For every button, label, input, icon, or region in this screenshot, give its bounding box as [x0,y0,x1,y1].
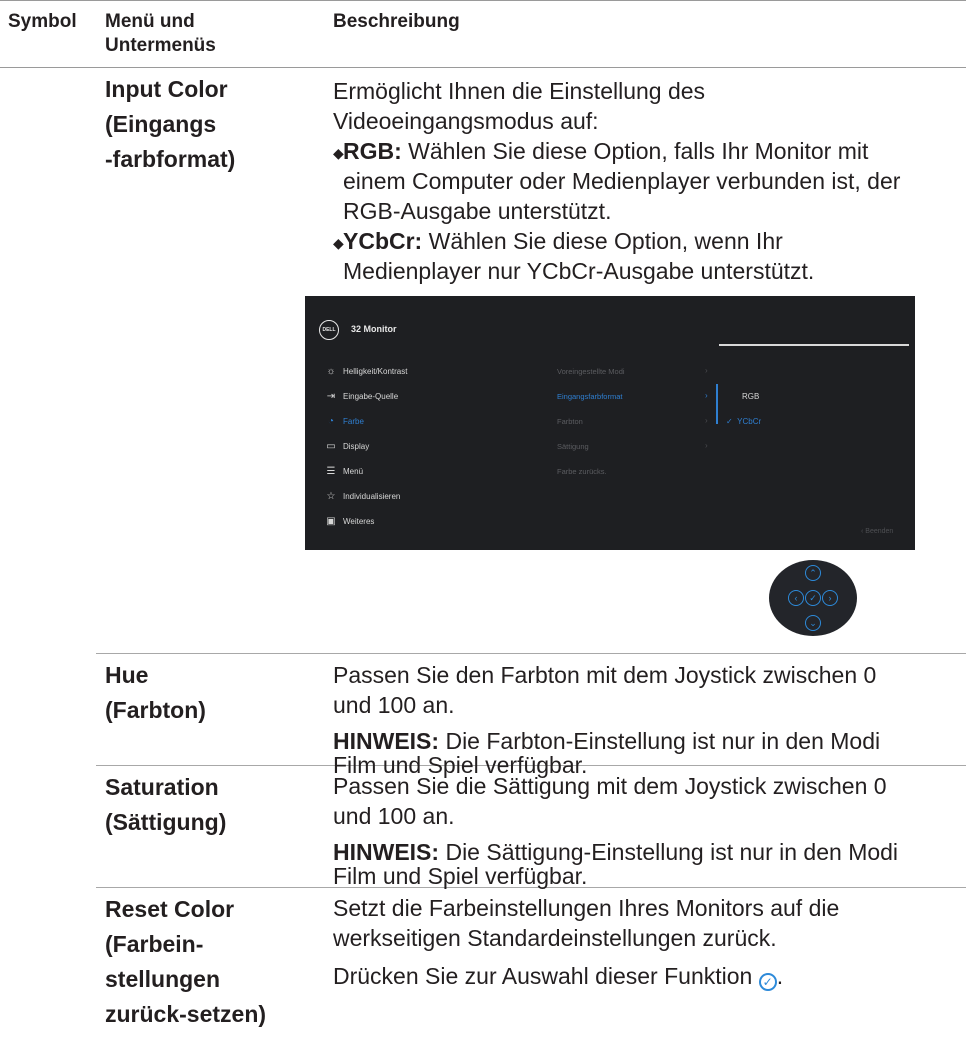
bullet-line: einem Computer oder Medienplayer verbund… [343,168,901,194]
bullet-line: RGB: Wählen Sie diese Option, falls Ihr … [343,138,869,164]
menu-line: (Farbton) [105,697,206,723]
chevron-right-icon: › [705,416,708,425]
osd-menu-brightness[interactable]: ☼ Helligkeit/Kontrast [319,364,407,378]
joystick-down-icon: ⌄ [805,615,821,631]
desc-hue: Passen Sie den Farbton mit dem Joystick … [333,660,958,777]
desc-saturation: Passen Sie die Sättigung mit dem Joystic… [333,771,958,888]
osd-sub-input-color-format[interactable]: Eingangsfarbformat [557,392,622,401]
joystick-left-icon: ‹ [788,590,804,606]
osd-sub-reset-color[interactable]: Farbe zurücks. [557,467,607,476]
osd-option-label: YCbCr [737,417,762,426]
osd-menu-menu[interactable]: ☰ Menü [319,464,364,478]
press-instruction: Drücken Sie zur Auswahl dieser Funktion … [333,961,958,991]
osd-menu-personalize[interactable]: ☆ Individualisieren [319,489,401,503]
desc-line: Setzt die Farbeinstellungen Ihres Monito… [333,895,840,921]
info-icon: ▣ [326,515,336,527]
desc-line: und 100 an. [333,803,455,829]
joystick-up-icon: ⌃ [805,565,821,581]
row-divider-hue [96,653,966,654]
note-hue: HINWEIS: Die Farbton-Einstellung ist nur… [333,729,958,777]
osd-menu-label: Menü [343,466,364,476]
menu-line: (Eingangs [105,111,217,137]
note-line: Film und Spiel verfügbar. [333,863,588,889]
osd-sub-hue[interactable]: Farbton [557,417,583,426]
osd-menu-label: Individualisieren [343,491,401,501]
bullet-line: Medienplayer nur YCbCr-Ausgabe unterstüt… [343,258,815,284]
menu-reset-color: Reset Color (Farbein- stellungen zurück-… [105,892,266,1032]
osd-title: 32 Monitor [351,324,397,334]
menu-line: Saturation [105,774,219,800]
dell-logo: DELL [319,320,339,340]
bullet-line: RGB-Ausgabe unterstützt. [343,198,612,224]
input-icon: ⇥ [326,390,336,402]
desc-reset-color: Setzt die Farbeinstellungen Ihres Monito… [333,893,958,991]
desc-line: Videoeingangsmodus auf: [333,108,599,134]
menu-line: Hue [105,662,149,688]
osd-selection-bar [716,384,718,424]
display-icon: ▭ [326,440,336,452]
header-menu-line1: Menü und [105,11,195,32]
check-icon: ✓ [726,417,733,426]
chevron-right-icon: › [705,366,708,375]
osd-menu-display[interactable]: ▭ Display [319,439,369,453]
joystick: ⌃ ‹ ✓ › ⌄ [769,560,857,636]
osd-menu-label: Weiteres [343,516,375,526]
bullet-rgb: ◆ RGB: Wählen Sie diese Option, falls Ih… [333,136,958,226]
osd-menu-color[interactable]: ◔ Farbe [319,414,364,428]
press-end: . [776,963,784,989]
osd-option-ycbcr[interactable]: ✓ YCbCr [726,417,761,426]
note-line: HINWEIS: Die Farbton-Einstellung ist nur… [333,728,881,754]
chevron-right-icon: › [705,441,708,450]
osd-menu-input-source[interactable]: ⇥ Eingabe-Quelle [319,389,398,403]
desc-line: Passen Sie die Sättigung mit dem Joystic… [333,773,887,799]
star-icon: ☆ [326,490,336,502]
osd-option-rgb[interactable]: RGB [742,392,759,401]
table-top-border [0,0,966,1]
bullet-diamond: ◆ [333,145,344,161]
joystick-center-icon: ✓ [805,590,821,606]
menu-saturation: Saturation (Sättigung) [105,770,226,840]
osd-menu-label: Farbe [343,416,364,426]
header-divider [0,67,966,68]
joystick-right-icon: › [822,590,838,606]
desc-line: Ermöglicht Ihnen die Einstellung des [333,78,706,104]
menu-line: -farbformat) [105,146,236,172]
desc-line: Passen Sie den Farbton mit dem Joystick … [333,662,877,688]
menu-line: (Farbein- [105,931,204,957]
osd-exit[interactable]: ‹ Beenden [861,528,893,535]
sun-icon: ☼ [326,365,336,377]
osd-sub-saturation[interactable]: Sättigung [557,442,589,451]
menu-line: Input Color [105,76,228,102]
header-menu-line2: Untermenüs [105,35,216,56]
menu-line: (Sättigung) [105,809,227,835]
bullet-line: YCbCr: Wählen Sie diese Option, wenn Ihr [343,228,783,254]
desc-line: werkseitigen Standardeinstellungen zurüc… [333,925,777,951]
header-symbol: Symbol [8,11,77,32]
menu-input-color: Input Color (Eingangs -farbformat) [105,72,235,177]
bullet-ycbcr: ◆ YCbCr: Wählen Sie diese Option, wenn I… [333,226,958,286]
menu-line: Reset Color [105,896,235,922]
menu-line: zurück-setzen) [105,1001,267,1027]
chevron-right-icon: › [705,391,708,400]
note-saturation: HINWEIS: Die Sättigung-Einstellung ist n… [333,840,958,888]
bullet-diamond: ◆ [333,235,344,251]
menu-line: stellungen [105,966,221,992]
osd-sub-preset-modes[interactable]: Voreingestellte Modi [557,367,625,376]
desc-input-color: Ermöglicht Ihnen die Einstellung des Vid… [333,76,958,286]
osd-menu-label: Display [343,441,370,451]
note-line: HINWEIS: Die Sättigung-Einstellung ist n… [333,839,899,865]
palette-icon: ◔ [327,415,335,427]
desc-line: und 100 an. [333,692,455,718]
header-description: Beschreibung [333,11,460,32]
osd-header-line [719,344,909,346]
osd-menu-others[interactable]: ▣ Weiteres [319,514,374,528]
press-text: Drücken Sie zur Auswahl dieser Funktion [333,963,759,989]
osd-screenshot: DELL 32 Monitor ☼ Helligkeit/Kontrast ⇥ Ei… [305,296,915,550]
menu-icon: ☰ [326,465,336,477]
check-circle-icon: ✓ [758,973,777,991]
menu-hue: Hue (Farbton) [105,658,206,728]
osd-menu-label: Eingabe-Quelle [343,391,399,401]
header-menu: Menü und Untermenüs [105,10,216,58]
osd-menu-label: Helligkeit/Kontrast [343,366,408,376]
